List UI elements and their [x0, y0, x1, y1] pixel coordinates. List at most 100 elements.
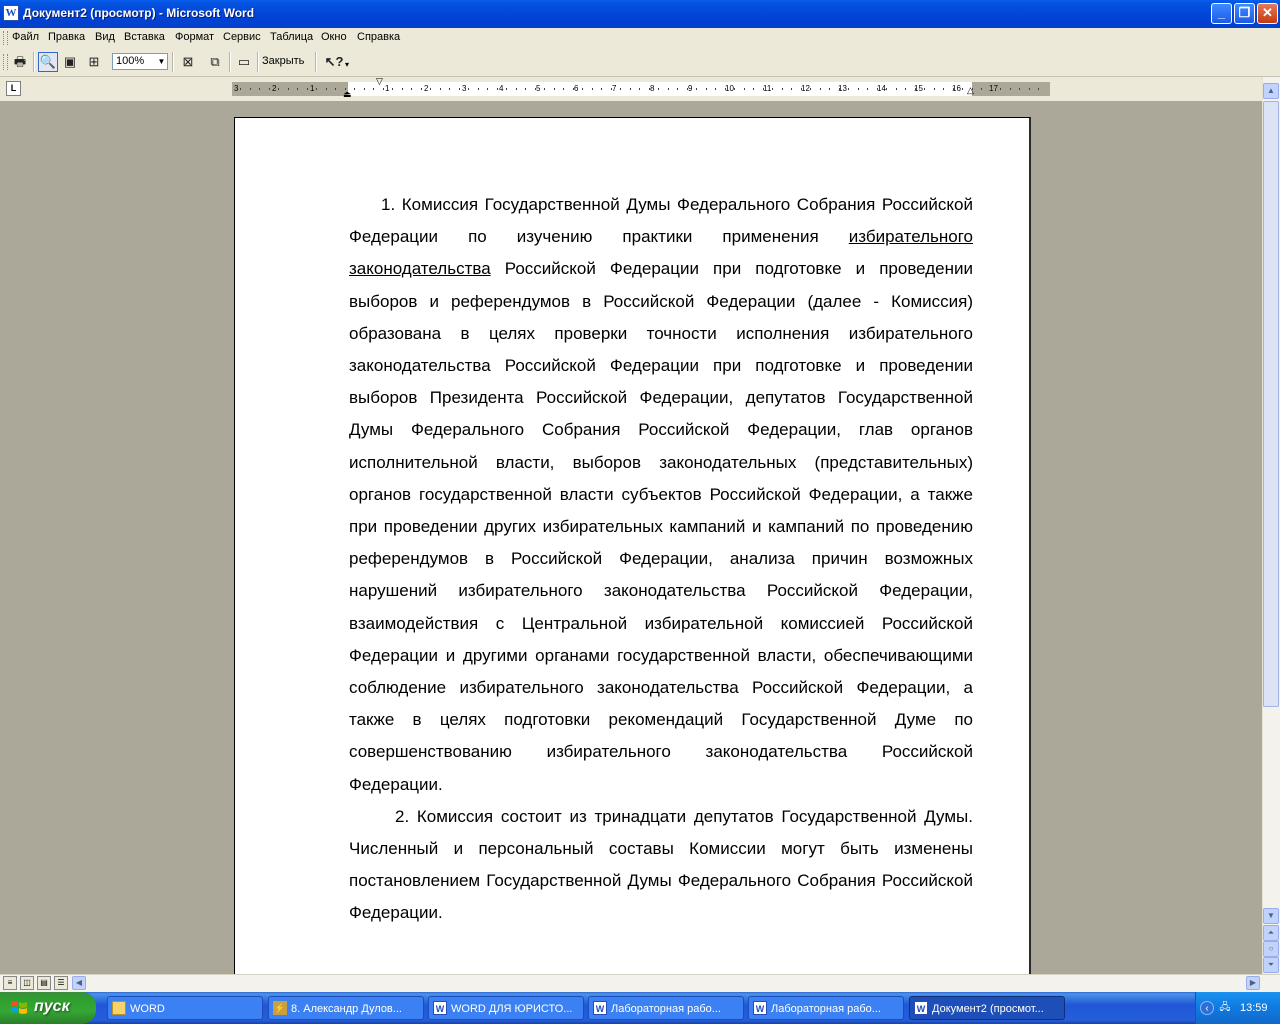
menu-format[interactable]: Формат: [175, 31, 214, 43]
word-icon: W: [914, 1001, 928, 1015]
taskbar-item-lab-2[interactable]: W Лабораторная рабо...: [748, 996, 904, 1020]
minimize-button[interactable]: _: [1211, 3, 1232, 24]
shrink-to-fit-button[interactable]: ⧉: [205, 52, 225, 72]
ruler-tick: [402, 88, 403, 90]
close-window-button[interactable]: ✕: [1257, 3, 1278, 24]
print-layout-icon: ▤: [40, 978, 48, 987]
vertical-scroll-thumb[interactable]: [1263, 101, 1279, 707]
taskbar-item-word-lawyers[interactable]: W WORD ДЛЯ ЮРИСТО...: [428, 996, 584, 1020]
next-page-button[interactable]: ⏷: [1263, 957, 1279, 973]
word-icon: W: [433, 1001, 447, 1015]
web-view-button[interactable]: ◫: [20, 976, 34, 990]
ruler-tick: [573, 88, 574, 90]
scroll-up-button[interactable]: ▲: [1263, 83, 1279, 99]
ruler-tick: [487, 88, 488, 90]
arrow-right-icon: ▶: [1249, 978, 1257, 987]
toolbar-options-icon[interactable]: ▾: [345, 60, 349, 69]
ruler-number: 2: [424, 84, 429, 93]
taskbar-item-word-folder[interactable]: WORD: [107, 996, 263, 1020]
menu-view[interactable]: Вид: [95, 31, 115, 43]
scroll-left-button[interactable]: ◀: [72, 976, 86, 990]
menu-edit[interactable]: Правка: [48, 31, 85, 43]
toolbar-separator: [33, 52, 35, 72]
web-view-icon: ◫: [23, 978, 31, 987]
outline-view-button[interactable]: ☰: [54, 976, 68, 990]
ruler-tick: [782, 88, 783, 90]
menu-tools[interactable]: Сервис: [223, 31, 261, 43]
ruler-tick: [516, 88, 517, 90]
ruler-tick: [753, 88, 754, 90]
title-bar[interactable]: W Документ2 (просмотр) - Microsoft Word …: [0, 0, 1280, 28]
view-ruler-button[interactable]: ⊠: [178, 52, 198, 72]
ruler-tick: [877, 88, 878, 90]
menu-insert[interactable]: Вставка: [124, 31, 165, 43]
menu-bar: Файл Правка Вид Вставка Формат Сервис Та…: [0, 28, 1280, 49]
ruler-tick: [364, 88, 365, 90]
print-layout-button[interactable]: ▤: [37, 976, 51, 990]
restore-button[interactable]: ❐: [1234, 3, 1255, 24]
ruler-tick: [459, 88, 460, 90]
normal-view-button[interactable]: ≡: [3, 976, 17, 990]
normal-view-icon: ≡: [7, 978, 13, 987]
toolbar-separator: [229, 52, 231, 72]
menu-help[interactable]: Справка: [357, 31, 400, 43]
ruler-tick: [687, 88, 688, 90]
scroll-right-button[interactable]: ▶: [1246, 976, 1260, 990]
ruler-number: 8: [650, 84, 655, 93]
tab-stop-selector[interactable]: L: [6, 81, 21, 96]
ruler-tick: [592, 88, 593, 90]
chevron-left-icon[interactable]: ‹: [1200, 1001, 1214, 1015]
word-app-icon[interactable]: W: [3, 5, 19, 21]
menu-grip-icon[interactable]: [3, 31, 8, 45]
ruler-tick: [649, 88, 650, 90]
paragraph-2: 2. Комиссия состоит из тринадцати депута…: [349, 806, 973, 923]
ruler-tick: [630, 88, 631, 90]
magnifier-button[interactable]: 🔍: [38, 52, 58, 72]
ruler-tick: [468, 88, 469, 90]
close-icon: ✕: [1262, 5, 1273, 20]
ruler-tick: [905, 88, 906, 90]
ruler-tick: [639, 88, 640, 90]
left-indent-marker-icon[interactable]: ⏏: [343, 90, 352, 99]
ruler-icon: ⊠: [182, 54, 194, 69]
start-button[interactable]: пуск: [0, 992, 96, 1024]
horizontal-scrollbar[interactable]: [0, 974, 1280, 993]
ruler-tick: [981, 88, 982, 90]
full-screen-button[interactable]: ▭: [234, 52, 254, 72]
ruler-tick: [658, 88, 659, 90]
menu-window[interactable]: Окно: [321, 31, 347, 43]
context-help-button[interactable]: ↖?: [320, 52, 348, 72]
window-title: Документ2 (просмотр) - Microsoft Word: [23, 6, 255, 20]
ruler-number: 1: [310, 84, 315, 93]
taskbar-item-winamp[interactable]: ⚡ 8. Александр Дулов...: [268, 996, 424, 1020]
browse-object-icon: ○: [1268, 944, 1274, 953]
print-button[interactable]: 🖶: [10, 52, 30, 72]
close-preview-button[interactable]: Закрыть: [262, 55, 304, 67]
document-body[interactable]: 1. Комиссия Государственной Думы Федерал…: [349, 189, 973, 930]
multiple-pages-button[interactable]: ⊞: [84, 52, 104, 72]
ruler-tick: [896, 88, 897, 90]
ruler-tick: [525, 88, 526, 90]
taskbar-item-document2[interactable]: W Документ2 (просмот...: [909, 996, 1065, 1020]
toolbar-grip-icon[interactable]: [3, 54, 8, 70]
clock[interactable]: 13:59: [1240, 1002, 1268, 1014]
task-label: Лабораторная рабо...: [771, 1003, 881, 1015]
ruler-number: 5: [536, 84, 541, 93]
toolbar-separator: [257, 52, 259, 72]
right-indent-marker-icon[interactable]: △: [967, 86, 974, 95]
menu-file[interactable]: Файл: [12, 31, 39, 43]
ruler-tick: [696, 88, 697, 90]
taskbar-item-lab-1[interactable]: W Лабораторная рабо...: [588, 996, 744, 1020]
select-browse-object-button[interactable]: ○: [1263, 941, 1279, 957]
one-page-button[interactable]: ▣: [60, 52, 80, 72]
first-line-indent-marker-icon[interactable]: ▽: [376, 77, 383, 86]
zoom-dropdown-arrow[interactable]: ▼: [156, 54, 167, 69]
scroll-down-button[interactable]: ▼: [1263, 908, 1279, 924]
folder-icon: [112, 1001, 126, 1015]
previous-page-button[interactable]: ⏶: [1263, 925, 1279, 941]
menu-table[interactable]: Таблица: [270, 31, 313, 43]
word-icon: W: [593, 1001, 607, 1015]
network-icon[interactable]: 🖧: [1218, 1001, 1232, 1015]
one-page-icon: ▣: [63, 54, 77, 69]
ruler-tick: [497, 88, 498, 90]
